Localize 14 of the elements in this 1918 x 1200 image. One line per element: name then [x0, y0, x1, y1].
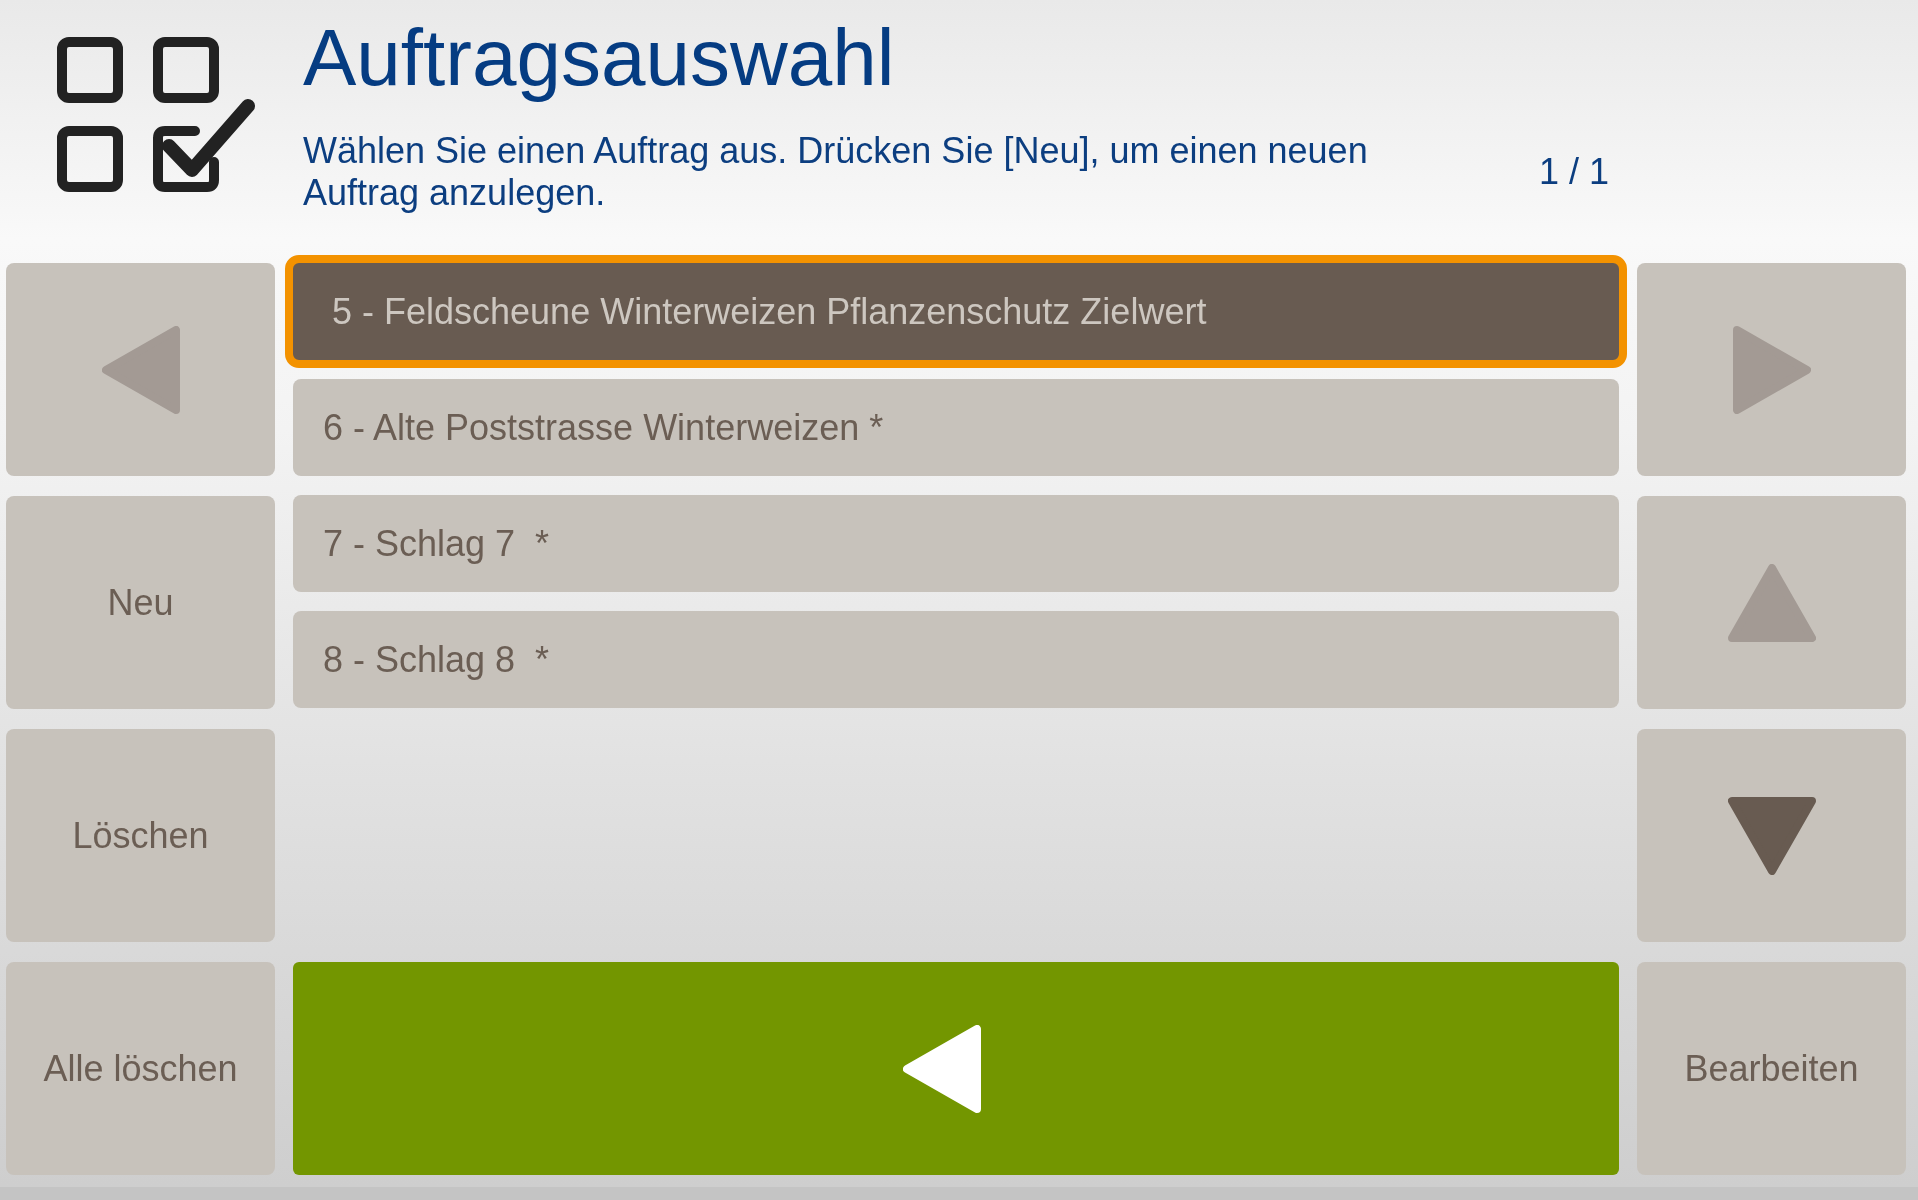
order-list-item[interactable]: 8 - Schlag 8 *: [293, 611, 1619, 708]
back-button[interactable]: [293, 962, 1619, 1175]
order-list-item[interactable]: 5 - Feldscheune Winterweizen Pflanzenschutz Zielwert: [285, 255, 1627, 368]
order-list-item[interactable]: 6 - Alte Poststrasse Winterweizen *: [293, 379, 1619, 476]
instruction-text: Wählen Sie einen Auftrag aus. Drücken Sie [Neu], um einen neuen Auftrag anzulegen.: [303, 130, 1369, 214]
checklist-icon: [55, 34, 255, 194]
action-button[interactable]: Bearbeiten: [1637, 962, 1906, 1175]
action-button[interactable]: Neu: [6, 496, 275, 709]
action-button[interactable]: Löschen: [6, 729, 275, 942]
page-indicator: 1 / 1: [1538, 151, 1609, 193]
move-down-button[interactable]: [1637, 729, 1906, 942]
order-list-item[interactable]: 7 - Schlag 7 *: [293, 495, 1619, 592]
action-button[interactable]: Alle löschen: [6, 962, 275, 1175]
left-triangle-icon: [903, 1024, 981, 1113]
